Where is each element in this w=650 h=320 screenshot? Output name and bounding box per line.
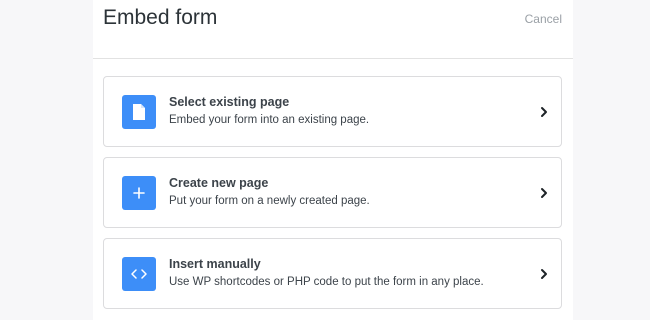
modal-title: Embed form <box>103 6 218 29</box>
embed-options-list: Select existing page Embed your form int… <box>103 76 562 319</box>
option-description: Use WP shortcodes or PHP code to put the… <box>169 276 484 288</box>
code-icon <box>122 257 156 291</box>
option-text: Insert manually Use WP shortcodes or PHP… <box>169 256 484 290</box>
option-select-existing-page[interactable]: Select existing page Embed your form int… <box>103 76 562 147</box>
option-insert-manually[interactable]: Insert manually Use WP shortcodes or PHP… <box>103 238 562 309</box>
modal-header: Embed form Cancel <box>93 0 573 59</box>
option-text: Create new page Put your form on a newly… <box>169 175 370 209</box>
option-title: Create new page <box>169 176 269 190</box>
embed-form-modal: Embed form Cancel Select existing page E… <box>93 0 573 320</box>
option-text: Select existing page Embed your form int… <box>169 94 369 128</box>
chevron-right-icon <box>541 107 547 117</box>
plus-icon <box>122 176 156 210</box>
cancel-button[interactable]: Cancel <box>525 12 562 26</box>
option-title: Select existing page <box>169 95 290 109</box>
chevron-right-icon <box>541 269 547 279</box>
option-description: Embed your form into an existing page. <box>169 114 370 126</box>
option-title: Insert manually <box>169 257 261 271</box>
page-icon <box>122 95 156 129</box>
chevron-right-icon <box>541 188 547 198</box>
option-create-new-page[interactable]: Create new page Put your form on a newly… <box>103 157 562 228</box>
option-description: Put your form on a newly created page. <box>169 195 370 207</box>
